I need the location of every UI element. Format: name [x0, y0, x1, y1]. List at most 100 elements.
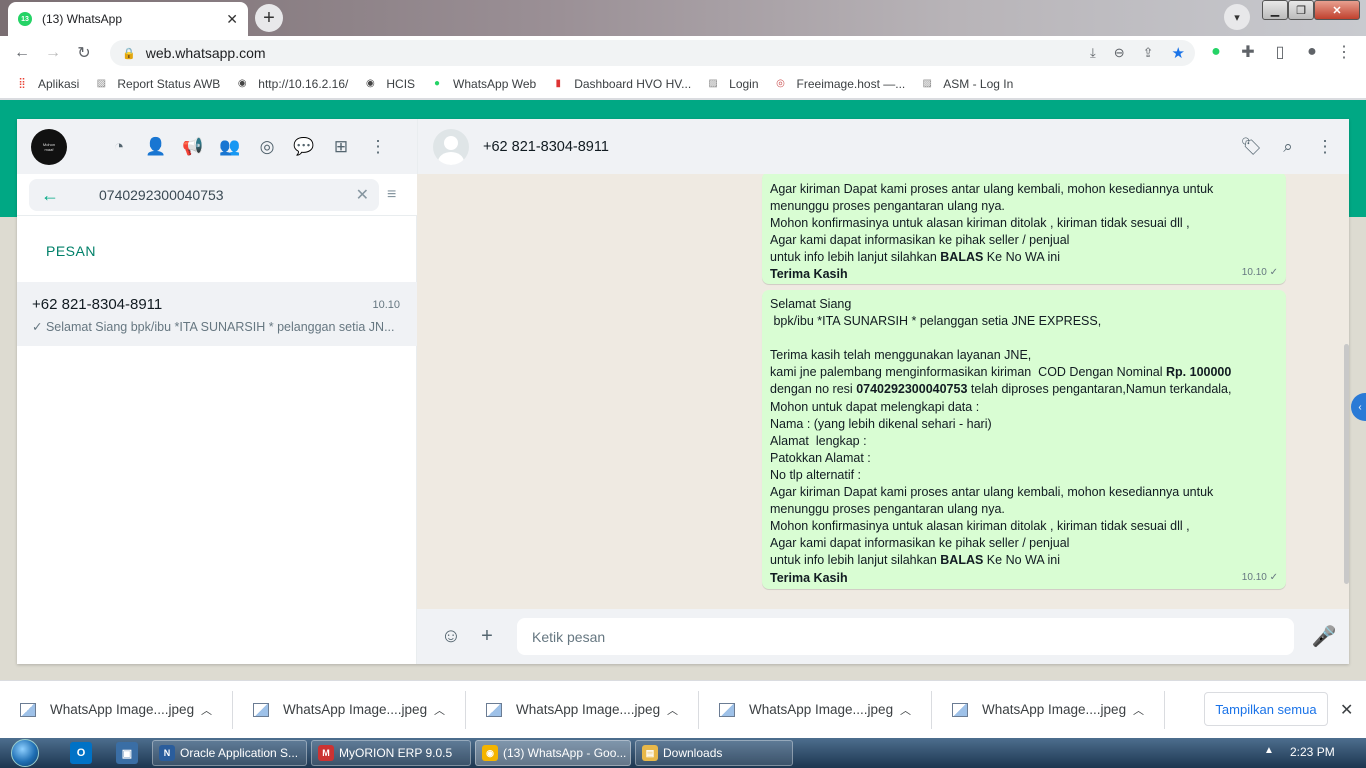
- bookmark-star-icon[interactable]: ★: [1172, 44, 1185, 62]
- bookmark-item[interactable]: ◉ HCIS: [362, 76, 415, 92]
- profile-avatar[interactable]: Mohon maaf: [31, 128, 67, 165]
- new-chat-icon[interactable]: 💬: [292, 135, 316, 159]
- oracle-icon: N: [159, 745, 175, 761]
- bookmark-label: Aplikasi: [38, 76, 80, 91]
- start-button[interactable]: [4, 738, 46, 768]
- chevron-up-icon[interactable]: ︿: [900, 702, 911, 718]
- downloads-bar: WhatsApp Image....jpeg ︿ WhatsApp Image...…: [0, 680, 1366, 738]
- chevron-up-icon[interactable]: ︿: [667, 702, 678, 718]
- address-bar[interactable]: 🔒 web.whatsapp.com ⤓ ⊖ ⇪ ★: [110, 40, 1195, 66]
- chat-list-panel: Mohon maaf ◔ 👤 📢 👥 ◎ 💬 ⊞ ⋮ ← 074029230004…: [17, 119, 417, 664]
- download-item[interactable]: WhatsApp Image....jpeg ︿: [466, 690, 699, 729]
- url-text: web.whatsapp.com: [145, 45, 266, 61]
- communities-icon[interactable]: 👥: [218, 135, 242, 159]
- back-icon[interactable]: ←: [10, 41, 34, 65]
- chevron-up-icon[interactable]: ︿: [201, 702, 212, 718]
- reload-icon[interactable]: ↻: [72, 41, 96, 65]
- globe-icon: ◉: [237, 78, 247, 89]
- browser-menu-icon[interactable]: ⋮: [1332, 40, 1356, 64]
- bookmark-item[interactable]: ▨ Login: [705, 76, 758, 92]
- taskbar-app-label: Downloads: [663, 746, 723, 760]
- download-item[interactable]: WhatsApp Image....jpeg ︿: [0, 690, 233, 729]
- bookmark-item[interactable]: ◉ http://10.16.2.16/: [234, 76, 348, 92]
- message-line: untuk info lebih lanjut silahkan BALAS K…: [770, 250, 1060, 265]
- message-line: Agar kami dapat informasikan ke pihak se…: [770, 233, 1070, 248]
- tab-close-icon[interactable]: ✕: [226, 11, 238, 28]
- lock-icon: 🔒: [122, 47, 136, 60]
- chevron-up-icon[interactable]: ︿: [434, 702, 445, 718]
- attach-icon[interactable]: +: [473, 623, 501, 651]
- download-item[interactable]: WhatsApp Image....jpeg ︿: [699, 690, 932, 729]
- clear-search-icon[interactable]: ✕: [356, 185, 369, 205]
- bookmark-item[interactable]: ▨ Report Status AWB: [93, 76, 221, 92]
- share-icon[interactable]: ⇪: [1143, 45, 1154, 61]
- bookmark-item[interactable]: ◎ Freeimage.host —...: [773, 76, 905, 92]
- image-file-icon: [20, 702, 36, 717]
- taskbar-app[interactable]: M MyORION ERP 9.0.5: [311, 740, 471, 766]
- tray-arrow-icon[interactable]: ▲: [1264, 745, 1274, 756]
- close-downloads-icon[interactable]: ✕: [1340, 700, 1353, 720]
- message-list[interactable]: Agar kiriman Dapat kami proses antar ula…: [417, 174, 1349, 609]
- channels-icon[interactable]: ◎: [255, 135, 279, 159]
- menu-icon[interactable]: ⋮: [1313, 135, 1337, 159]
- bookmark-item[interactable]: ● WhatsApp Web: [429, 76, 536, 92]
- search-result-item[interactable]: +62 821-8304-8911 10.10 ✓ Selamat Siang …: [17, 282, 417, 346]
- image-file-icon: [719, 702, 735, 717]
- browser-tab[interactable]: 13 (13) WhatsApp ✕: [8, 2, 248, 36]
- message-line: Mohon untuk dapat melengkapi data :: [770, 399, 980, 414]
- menu-icon[interactable]: ⋮: [366, 135, 390, 159]
- message-input[interactable]: Ketik pesan: [517, 618, 1294, 655]
- maximize-button[interactable]: ❐: [1288, 0, 1314, 20]
- message-bubble[interactable]: Agar kiriman Dapat kami proses antar ula…: [762, 174, 1286, 284]
- message-line: Terima kasih telah menggunakan layanan J…: [770, 348, 1032, 363]
- tab-search-button[interactable]: ▾: [1224, 4, 1250, 30]
- taskbar-app[interactable]: ▤ Downloads: [635, 740, 793, 766]
- desktop-app-icon[interactable]: ▣: [116, 742, 138, 764]
- search-icon[interactable]: ⌕: [1276, 135, 1300, 159]
- chevron-up-icon[interactable]: ︿: [1133, 702, 1144, 718]
- bookmark-item[interactable]: ▮ Dashboard HVO HV...: [550, 76, 691, 92]
- microphone-icon[interactable]: 🎤: [1310, 623, 1338, 651]
- new-contact-icon[interactable]: 👤: [144, 135, 168, 159]
- message-meta: 10.10 ✓: [1241, 266, 1278, 278]
- window-close-button[interactable]: ✕: [1314, 0, 1360, 20]
- message-line: Selamat Siang: [770, 297, 852, 311]
- scrollbar[interactable]: [1344, 344, 1349, 584]
- zoom-icon[interactable]: ⊖: [1114, 45, 1125, 61]
- install-icon[interactable]: ⤓: [1090, 45, 1096, 61]
- bookmark-item[interactable]: ▨ ASM - Log In: [919, 76, 1014, 92]
- outlook-icon[interactable]: O: [70, 742, 92, 764]
- new-tab-button[interactable]: +: [255, 4, 283, 32]
- chrome-icon: ◉: [482, 745, 498, 761]
- filter-icon[interactable]: ≡: [387, 186, 396, 204]
- download-item[interactable]: WhatsApp Image....jpeg ︿: [233, 690, 466, 729]
- status-icon[interactable]: ◔: [107, 135, 131, 159]
- message-line: menunggu proses pengantaran ulang nya.: [770, 199, 1005, 214]
- extensions-icon[interactable]: ✚: [1236, 40, 1260, 64]
- message-line: Mohon konfirmasinya untuk alasan kiriman…: [770, 216, 1190, 231]
- search-input[interactable]: 0740292300040753: [99, 187, 224, 203]
- add-icon[interactable]: ⊞: [329, 135, 353, 159]
- message-bubble[interactable]: Selamat Siang bpk/ibu *ITA SUNARSIH * pe…: [762, 290, 1286, 589]
- broadcast-icon[interactable]: 📢: [181, 135, 205, 159]
- forward-icon[interactable]: →: [41, 41, 65, 65]
- download-item[interactable]: WhatsApp Image....jpeg ︿: [932, 690, 1165, 729]
- contact-name[interactable]: +62 821-8304-8911: [483, 139, 609, 155]
- bookmark-item[interactable]: ⣿ Aplikasi: [14, 76, 79, 92]
- whatsapp-extension-icon[interactable]: ●: [1204, 40, 1228, 64]
- side-panel-icon[interactable]: ▯: [1268, 40, 1292, 64]
- taskbar-app[interactable]: ◉ (13) WhatsApp - Goo...: [475, 740, 631, 766]
- dashboard-icon: ▮: [555, 78, 561, 89]
- clock[interactable]: 2:23 PM: [1290, 745, 1335, 759]
- contact-avatar[interactable]: [433, 128, 469, 165]
- whatsapp-app: Mohon maaf ◔ 👤 📢 👥 ◎ 💬 ⊞ ⋮ ← 074029230004…: [17, 119, 1349, 664]
- search-box[interactable]: ← 0740292300040753 ✕: [29, 179, 379, 211]
- back-arrow-icon[interactable]: ←: [41, 185, 65, 206]
- label-icon[interactable]: 🏷: [1239, 135, 1263, 159]
- show-all-downloads-button[interactable]: Tampilkan semua: [1204, 692, 1328, 726]
- minimize-button[interactable]: ▁: [1262, 0, 1288, 20]
- profile-icon[interactable]: ●: [1300, 40, 1324, 64]
- emoji-icon[interactable]: ☺: [437, 623, 465, 651]
- message-line: Terima Kasih: [770, 570, 848, 585]
- taskbar-app[interactable]: N Oracle Application S...: [152, 740, 307, 766]
